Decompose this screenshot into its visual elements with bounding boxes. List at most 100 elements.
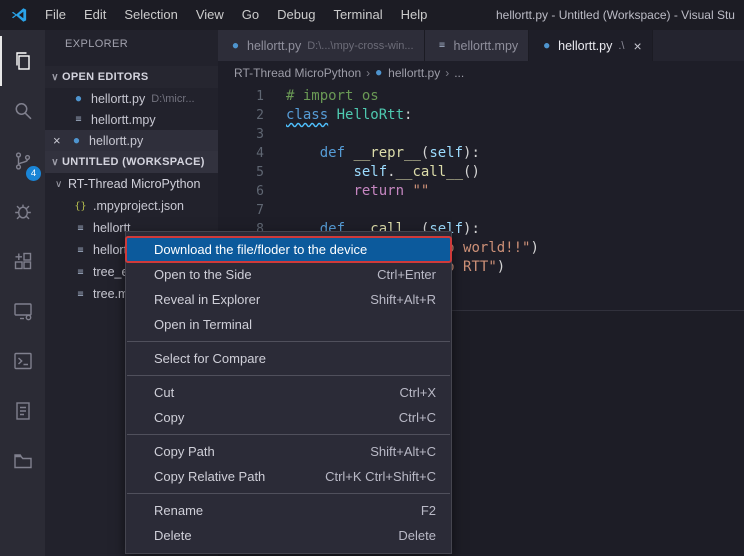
debug-icon[interactable] [0,186,45,236]
context-menu: Download the file/floder to the deviceOp… [125,231,452,554]
menu-item-label: Select for Compare [154,346,266,371]
mpy-file-icon: ≡ [73,267,88,278]
code-text: def __repr__(self): [264,144,480,163]
line-number: 5 [218,163,264,182]
file-name: hellortt.py [89,134,143,148]
line-number: 7 [218,201,264,220]
menu-go[interactable]: Go [233,0,268,30]
python-file-icon: ● [71,94,86,104]
menu-bar: FileEditSelectionViewGoDebugTerminalHelp [36,0,436,30]
code-text: self.__call__() [264,163,480,182]
search-icon[interactable] [0,86,45,136]
menu-item[interactable]: Open to the Side Ctrl+Enter [126,262,451,287]
menu-selection[interactable]: Selection [115,0,186,30]
chevron-right-icon: › [445,66,449,80]
remote-device-icon[interactable] [0,286,45,336]
terminal-icon[interactable] [0,336,45,386]
mpy-file-icon: ≡ [73,245,88,256]
open-editor-item[interactable]: ×●hellortt.py [45,130,218,151]
menu-edit[interactable]: Edit [75,0,115,30]
badge: 4 [26,166,41,181]
menu-item[interactable]: DeleteDelete [126,523,451,548]
menu-item-label: Open in Terminal [154,312,252,337]
code-text [264,125,286,144]
menu-item[interactable]: RenameF2 [126,498,451,523]
menu-terminal[interactable]: Terminal [324,0,391,30]
code-line: 2class HelloRtt: [218,106,744,125]
file-name: tree.m [93,287,128,301]
file-name: hellort [93,243,127,257]
extensions-icon[interactable] [0,236,45,286]
menu-item-label: Copy Relative Path [154,464,265,489]
window-title: hellortt.py - Untitled (Workspace) - Vis… [496,0,735,30]
folder-icon[interactable] [0,436,45,486]
menu-item[interactable]: Download the file/floder to the device [126,237,451,262]
menu-item-shortcut: Ctrl+Enter [377,262,436,287]
menu-separator [127,375,450,376]
breadcrumb-item[interactable]: RT-Thread MicroPython [234,66,361,80]
breadcrumb-item[interactable]: hellortt.py [388,66,440,80]
vscode-window: FileEditSelectionViewGoDebugTerminalHelp… [0,0,744,556]
chevron-down-icon: ∨ [55,179,68,190]
open-editors-list: ●hellortt.pyD:\micr...≡hellortt.mpy×●hel… [45,88,218,151]
menu-item-shortcut: Ctrl+K Ctrl+Shift+C [325,464,436,489]
menu-item[interactable]: CopyCtrl+C [126,405,451,430]
breadcrumb: RT-Thread MicroPython›●hellortt.py›... [218,61,744,84]
menu-item-label: Reveal in Explorer [154,287,260,312]
activity-bar: 4 [0,30,45,556]
chevron-down-icon: ∨ [48,157,62,168]
menu-item-shortcut: Shift+Alt+R [370,287,436,312]
file-item[interactable]: {}.mpyproject.json [45,195,218,217]
mpy-file-icon: ≡ [71,114,86,125]
code-line: 6 return "" [218,182,744,201]
code-text: return "" [264,182,429,201]
open-editor-item[interactable]: ≡ hellortt.mpy [45,109,218,130]
output-icon[interactable] [0,386,45,436]
folder-item[interactable]: ∨ RT-Thread MicroPython [45,173,218,195]
menu-item[interactable]: Reveal in Explorer Shift+Alt+R [126,287,451,312]
menu-item-shortcut: F2 [421,498,436,523]
tab-label: hellortt.py [247,39,301,53]
open-editor-item[interactable]: ●hellortt.pyD:\micr... [45,88,218,109]
menu-debug[interactable]: Debug [268,0,324,30]
line-number: 3 [218,125,264,144]
sidebar-title: EXPLORER [45,30,218,58]
explorer-icon[interactable] [0,36,45,86]
file-name: .mpyproject.json [93,199,184,213]
menu-item[interactable]: Open in Terminal [126,312,451,337]
vscode-logo-icon [10,6,28,24]
menu-help[interactable]: Help [392,0,437,30]
menu-item[interactable]: Select for Compare [126,346,451,371]
source-control-icon[interactable]: 4 [0,136,45,186]
open-editors-header[interactable]: ∨ OPEN EDITORS [45,66,218,88]
menu-item-label: Open to the Side [154,262,252,287]
chevron-down-icon: ∨ [48,72,62,83]
close-icon[interactable]: × [53,133,69,148]
folder-name: RT-Thread MicroPython [68,177,200,191]
close-icon[interactable]: × [633,38,641,54]
mpy-file-icon: ≡ [73,223,88,234]
menu-item[interactable]: Copy PathShift+Alt+C [126,439,451,464]
title-bar: FileEditSelectionViewGoDebugTerminalHelp… [0,0,744,30]
file-name: hellortt.mpy [91,113,156,127]
menu-item-shortcut: Ctrl+C [399,405,436,430]
breadcrumb-item[interactable]: ... [454,66,464,80]
editor-tab[interactable]: ●hellortt.pyD:\...\mpy-cross-win... [218,30,425,61]
menu-item-shortcut: Shift+Alt+C [370,439,436,464]
menu-item[interactable]: CutCtrl+X [126,380,451,405]
tab-bar: ●hellortt.pyD:\...\mpy-cross-win...≡hell… [218,30,744,61]
line-number: 4 [218,144,264,163]
tab-detail: .\ [618,40,624,52]
menu-view[interactable]: View [187,0,233,30]
menu-item-shortcut: Delete [398,523,436,548]
chevron-right-icon: › [366,66,370,80]
editor-tab[interactable]: ●hellortt.py.\× [529,30,653,61]
mpy-file-icon: ≡ [435,40,450,51]
code-line: 1# import os [218,87,744,106]
editor-tab[interactable]: ≡hellortt.mpy [425,30,530,61]
tab-detail: D:\...\mpy-cross-win... [307,40,413,52]
menu-item[interactable]: Copy Relative Path Ctrl+K Ctrl+Shift+C [126,464,451,489]
menu-file[interactable]: File [36,0,75,30]
code-text: class HelloRtt: [264,106,412,125]
workspace-header[interactable]: ∨ UNTITLED (WORKSPACE) [45,151,218,173]
